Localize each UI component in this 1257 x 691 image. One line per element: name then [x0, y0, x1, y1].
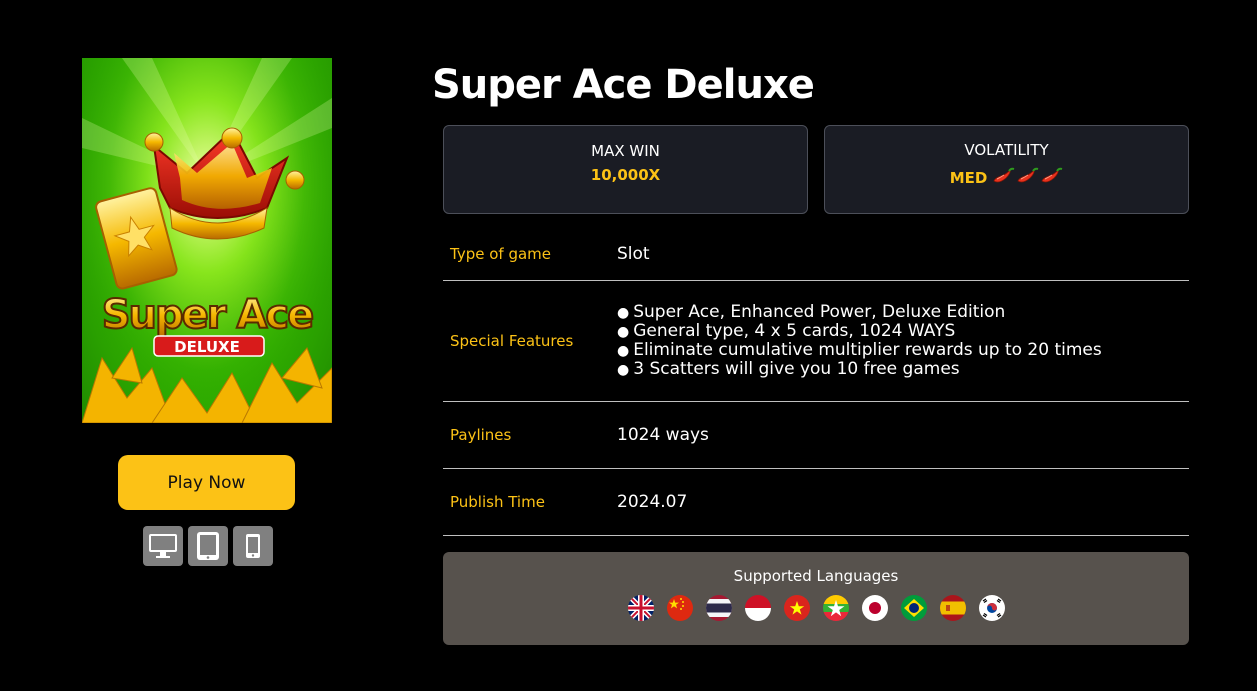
publish-label: Publish Time [450, 493, 545, 511]
play-now-button[interactable]: Play Now [118, 455, 295, 510]
feature-item: General type, 4 x 5 cards, 1024 WAYS [617, 322, 1102, 341]
vietnam-flag [783, 595, 810, 621]
cover-title-text: Super Ace [102, 292, 313, 338]
chili-pepper-icon [991, 167, 1015, 185]
thailand-flag [705, 595, 732, 621]
tablet-icon [188, 526, 228, 566]
paylines-label: Paylines [450, 426, 512, 444]
info-row-type: Type of game Slot [443, 228, 1189, 281]
max-win-value: 10,000X [590, 166, 661, 184]
game-title: Super Ace Deluxe [432, 62, 815, 108]
game-info-table: Type of game Slot Special Features Super… [443, 228, 1189, 536]
language-flags [443, 595, 1189, 621]
mobile-icon [233, 526, 273, 566]
feature-item: 3 Scatters will give you 10 free games [617, 360, 1102, 379]
type-label: Type of game [450, 245, 552, 263]
features-list: Super Ace, Enhanced Power, Deluxe Editio… [617, 303, 1102, 379]
japan-flag [861, 595, 888, 621]
volatility-row: MED [825, 167, 1188, 189]
feature-item: Super Ace, Enhanced Power, Deluxe Editio… [617, 303, 1102, 322]
volatility-value: MED [949, 169, 988, 187]
myanmar-flag [822, 595, 849, 621]
supported-devices [143, 526, 273, 566]
volatility-card: VOLATILITY MED [824, 125, 1189, 214]
languages-title: Supported Languages [733, 567, 899, 585]
volatility-label: VOLATILITY [964, 141, 1049, 159]
paylines-value: 1024 ways [617, 425, 709, 445]
chili-pepper-icon [1015, 167, 1039, 185]
game-cover-image[interactable]: Super Ace DELUXE [82, 58, 332, 423]
info-row-features: Special Features Super Ace, Enhanced Pow… [443, 281, 1189, 402]
feature-item: Eliminate cumulative multiplier rewards … [617, 341, 1102, 360]
info-row-publish: Publish Time 2024.07 [443, 469, 1189, 536]
info-row-paylines: Paylines 1024 ways [443, 402, 1189, 469]
korea-flag [978, 595, 1005, 621]
supported-languages-panel: Supported Languages [443, 552, 1189, 645]
volatility-level [991, 167, 1063, 189]
uk-flag [627, 595, 654, 621]
max-win-label: MAX WIN [591, 142, 660, 160]
spain-flag [939, 595, 966, 621]
indonesia-flag [744, 595, 771, 621]
publish-value: 2024.07 [617, 492, 688, 512]
desktop-icon [143, 526, 183, 566]
brazil-flag [900, 595, 927, 621]
china-flag [666, 595, 693, 621]
max-win-card: MAX WIN 10,000X [443, 125, 808, 214]
type-value: Slot [617, 244, 650, 264]
chili-pepper-icon [1039, 167, 1063, 185]
cover-subtitle-text: DELUXE [174, 338, 240, 356]
features-label: Special Features [450, 332, 574, 350]
